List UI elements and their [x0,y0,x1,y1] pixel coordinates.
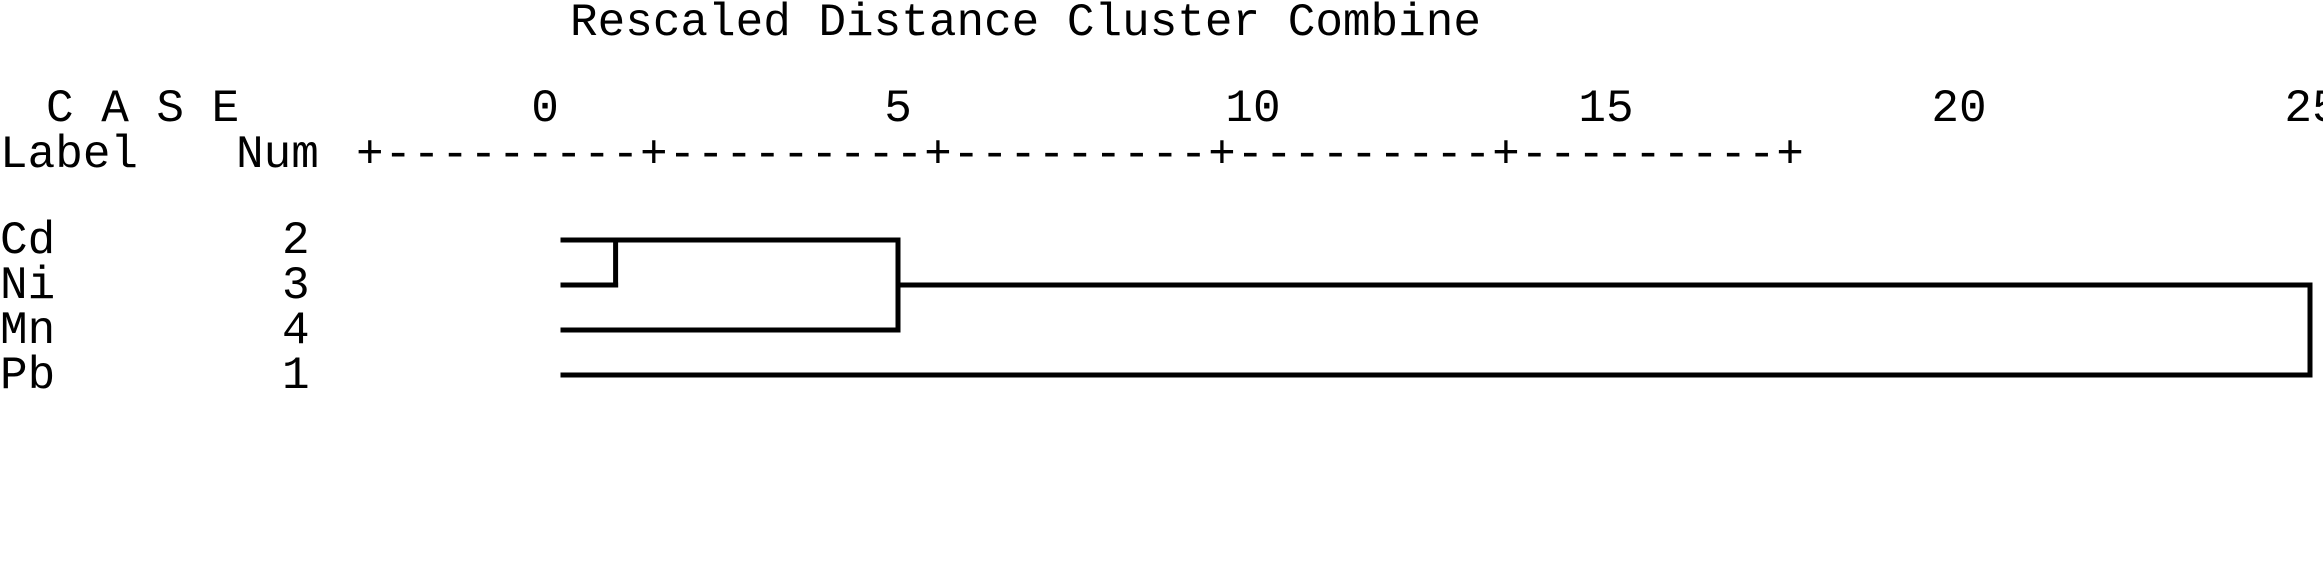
dendrogram [560,237,2313,378]
